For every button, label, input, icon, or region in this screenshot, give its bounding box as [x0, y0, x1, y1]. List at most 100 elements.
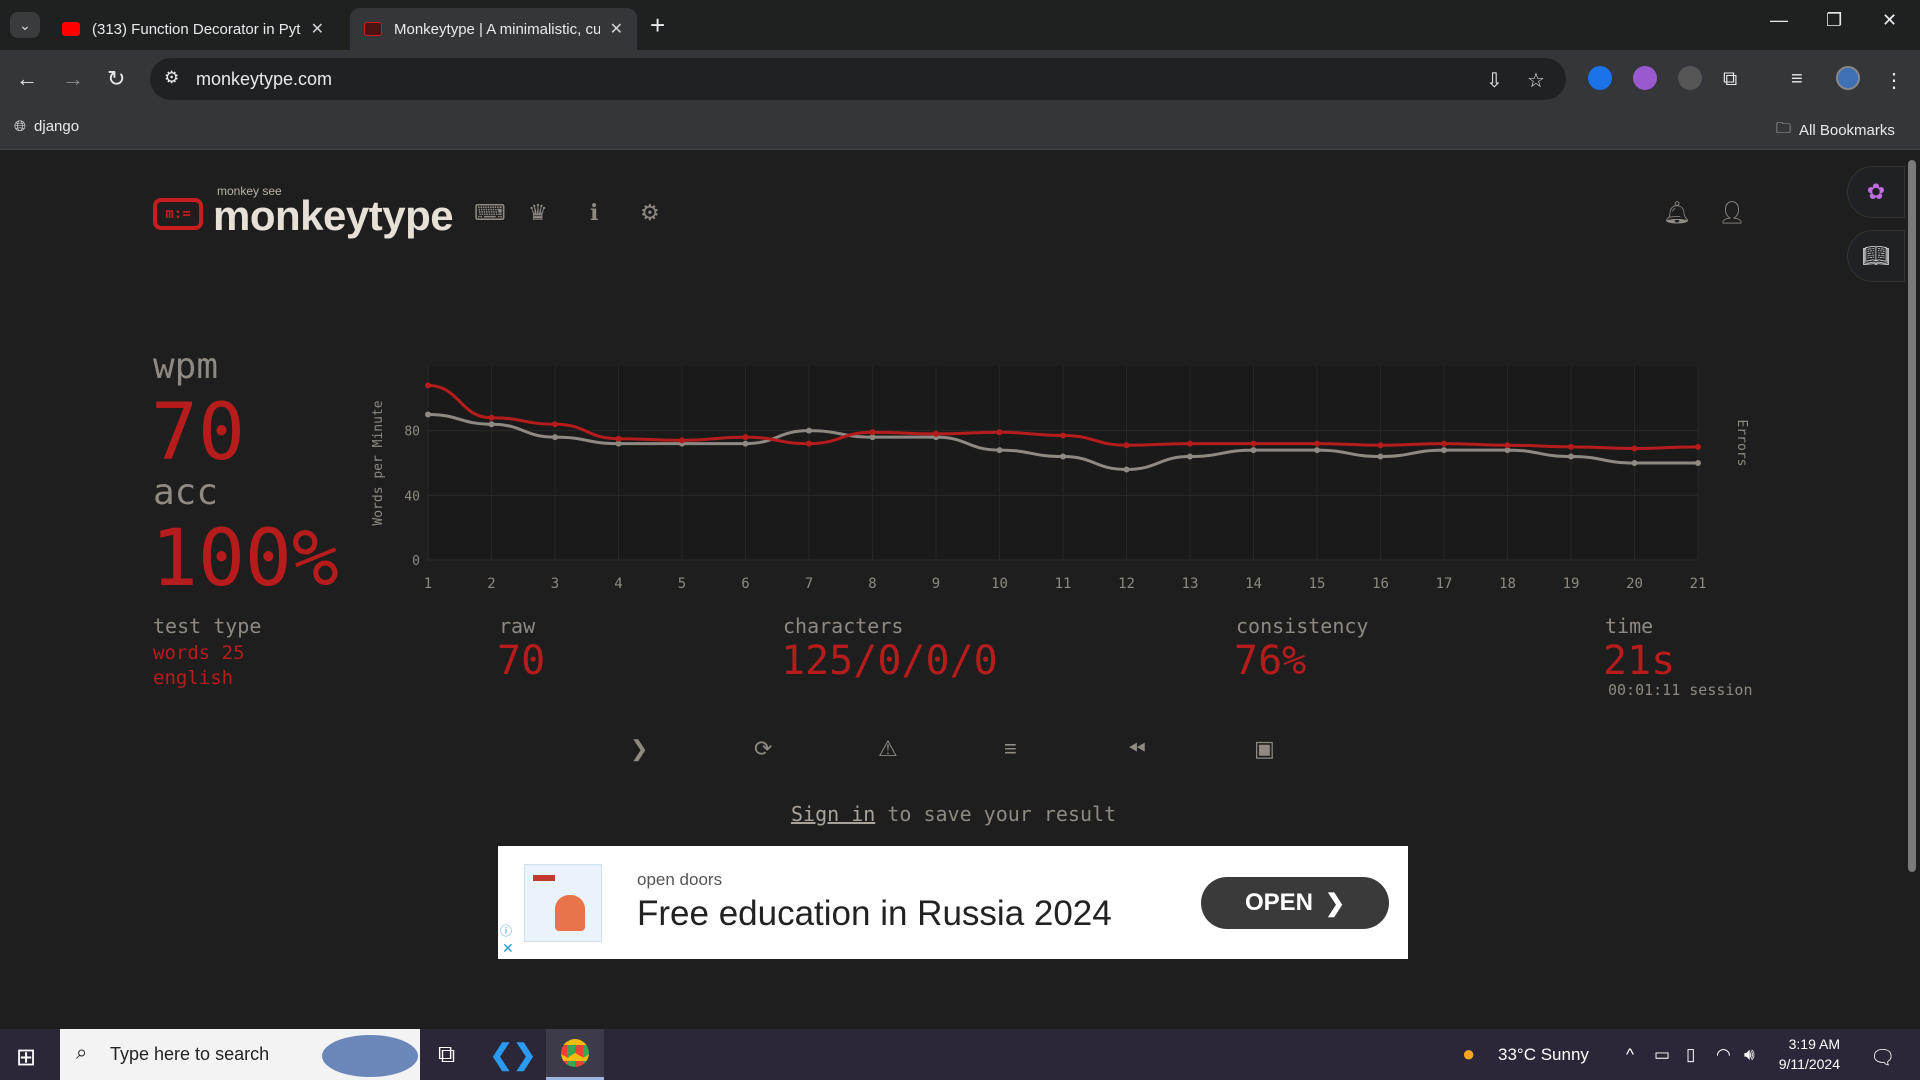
consistency-label: consistency: [1236, 614, 1369, 638]
notifications-icon[interactable]: 🗨︎: [1870, 1045, 1895, 1070]
bookmark-star-icon[interactable]: ☆: [1527, 68, 1545, 93]
data-point-wpm: [615, 435, 622, 442]
x-tick-label: 14: [1245, 576, 1262, 592]
back-icon[interactable]: ←: [16, 66, 38, 92]
search-placeholder: Type here to search: [110, 1044, 270, 1064]
test-type-label: test type: [153, 614, 262, 638]
y-tick-label: 40: [404, 489, 420, 504]
forward-icon[interactable]: →: [62, 66, 84, 92]
x-tick-label: 18: [1499, 576, 1516, 592]
x-tick-label: 12: [1118, 576, 1135, 592]
chevron-right-icon: ❯: [1324, 889, 1346, 917]
page-scrollbar[interactable]: [1908, 160, 1916, 872]
ad-close-icon[interactable]: ✕: [502, 940, 514, 957]
data-point-raw: [1123, 466, 1130, 473]
data-point-raw: [742, 440, 749, 447]
words-history-icon[interactable]: ≡: [1004, 736, 1017, 762]
vscode-app-icon[interactable]: ❮❯: [484, 1029, 542, 1080]
bookmark-label: django: [34, 118, 80, 135]
ad-open-button[interactable]: OPEN ❯: [1201, 877, 1389, 929]
ad-headline: Free education in Russia 2024: [637, 894, 1112, 933]
data-point-wpm: [552, 421, 558, 428]
notification-bell-icon[interactable]: 🔔︎: [1663, 200, 1691, 226]
logo-text[interactable]: monkeytype: [213, 192, 454, 240]
settings-gear-icon[interactable]: ⚙: [640, 200, 660, 226]
device-icon[interactable]: ▯: [1686, 1045, 1695, 1065]
menu-dots-icon[interactable]: ⋮: [1884, 68, 1904, 93]
chrome-app-icon[interactable]: [546, 1029, 604, 1080]
windows-start-icon[interactable]: ⊞: [16, 1043, 36, 1072]
x-tick-label: 5: [678, 576, 686, 592]
close-tab-icon[interactable]: ✕: [610, 19, 623, 39]
address-bar[interactable]: ⚙ monkeytype.com: [150, 58, 1566, 100]
restore-icon[interactable]: ❐: [1826, 10, 1842, 31]
report-warning-icon[interactable]: ⚠: [878, 736, 898, 762]
account-icon[interactable]: 👤︎: [1718, 200, 1746, 226]
tab-list-button[interactable]: ⌄: [10, 12, 40, 38]
monkeytype-logo[interactable]: m:=: [153, 198, 203, 230]
close-window-icon[interactable]: ✕: [1882, 10, 1897, 31]
search-icon: ⌕: [76, 1042, 88, 1064]
data-point-wpm: [742, 434, 749, 441]
site-info-icon[interactable]: ⚙: [164, 68, 179, 88]
x-tick-label: 7: [805, 576, 813, 592]
time-value: 21s: [1603, 638, 1676, 684]
profile-avatar[interactable]: [1836, 66, 1860, 90]
ad-thumbnail: [524, 864, 602, 942]
volume-icon[interactable]: 🔊︎: [1744, 1045, 1755, 1065]
weather-icon[interactable]: ●: [1462, 1041, 1475, 1067]
brain-extension-icon[interactable]: [1633, 66, 1657, 90]
task-view-icon[interactable]: ⧉: [438, 1041, 455, 1069]
restart-icon[interactable]: ⟳: [754, 736, 772, 762]
taskbar-search[interactable]: ⌕ Type here to search: [60, 1029, 420, 1080]
test-type-language: english: [153, 667, 234, 689]
monkeytype-icon: [364, 22, 382, 36]
new-tab-icon[interactable]: +: [650, 10, 665, 41]
battery-icon[interactable]: ▭: [1654, 1045, 1670, 1065]
extension-icon[interactable]: [1678, 66, 1702, 90]
search-highlight-image: [322, 1035, 418, 1077]
taskbar-clock[interactable]: 3:19 AM 9/11/2024: [1768, 1034, 1840, 1074]
data-point-wpm: [1695, 443, 1701, 450]
signin-link[interactable]: Sign in: [791, 802, 875, 826]
weather-text[interactable]: 33°C Sunny: [1498, 1045, 1589, 1065]
all-bookmarks[interactable]: 🗀 All Bookmarks: [1776, 118, 1895, 143]
info-icon[interactable]: i: [590, 200, 598, 226]
advertisement-banner[interactable]: ⓘ ✕ open doors Free education in Russia …: [498, 846, 1408, 959]
media-control-icon[interactable]: ≡: [1791, 68, 1803, 91]
screenshot-image-icon[interactable]: ▣: [1254, 736, 1275, 762]
reading-mode-icon[interactable]: 📖︎: [1847, 230, 1905, 282]
wifi-icon[interactable]: ◠: [1716, 1045, 1731, 1065]
tab-title: (313) Function Decorator in Pyt: [92, 20, 301, 38]
session-time: 00:01:11 session: [1608, 681, 1753, 699]
bookmark-django[interactable]: 🌐︎ django: [14, 118, 79, 135]
x-tick-label: 20: [1626, 576, 1643, 592]
brain-sidebar-icon[interactable]: ✿: [1847, 166, 1905, 218]
extensions-puzzle-icon[interactable]: ⧉: [1723, 68, 1737, 91]
x-tick-label: 3: [551, 576, 559, 592]
data-point-raw: [806, 427, 812, 434]
data-point-raw: [425, 411, 431, 418]
tab-monkeytype[interactable]: Monkeytype | A minimalistic, cu ✕: [350, 8, 637, 50]
crown-icon[interactable]: ♛: [528, 200, 548, 226]
ad-info-icon[interactable]: ⓘ: [500, 922, 512, 939]
data-point-wpm: [1314, 440, 1320, 447]
next-test-icon[interactable]: ❯: [630, 736, 648, 762]
y-tick-label: 0: [412, 554, 420, 569]
url-text: monkeytype.com: [196, 69, 333, 89]
folder-icon: 🗀: [1776, 120, 1792, 137]
extension-icon[interactable]: [1588, 66, 1612, 90]
close-tab-icon[interactable]: ✕: [311, 19, 324, 39]
data-point-wpm: [679, 437, 685, 444]
reload-icon[interactable]: ↻: [107, 66, 125, 92]
tab-youtube[interactable]: (313) Function Decorator in Pyt ✕: [48, 8, 338, 50]
data-point-raw: [1250, 447, 1257, 454]
bookmarks-bar: [0, 108, 1920, 150]
minimize-icon[interactable]: —: [1770, 10, 1788, 31]
data-point-raw: [1314, 447, 1320, 454]
install-app-icon[interactable]: ⇩: [1486, 68, 1503, 93]
keyboard-icon[interactable]: ⌨: [474, 200, 506, 226]
x-tick-label: 9: [932, 576, 940, 592]
show-hidden-icons-icon[interactable]: ^: [1626, 1045, 1634, 1065]
replay-rewind-icon[interactable]: ⏪︎: [1128, 736, 1146, 762]
